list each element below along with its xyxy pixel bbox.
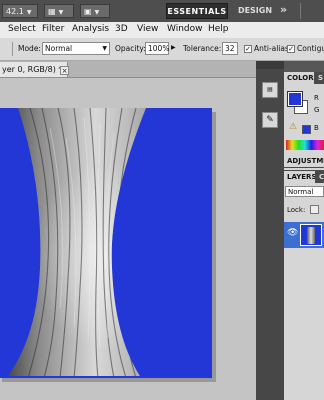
tolerance-field[interactable]: 32 [222,42,238,55]
menu-window[interactable]: Window [167,24,203,34]
menu-filter[interactable]: Filter [42,24,64,34]
color-spectrum-bar[interactable] [286,140,324,150]
swatches-tab[interactable]: S [315,72,324,84]
channels-tab[interactable]: C [316,171,324,183]
chevron-down-icon: ▼ [26,9,32,16]
options-grip [2,42,13,56]
opacity-field[interactable]: 100% [145,42,169,55]
workspace-essentials-button[interactable]: ESSENTIALS [166,3,228,19]
menu-bar: Select Filter Analysis 3D View Window He… [0,22,324,39]
green-slider-label: G [314,106,320,114]
eye-visibility-icon[interactable]: 👁 [287,228,298,238]
arrange-grid-icon: ▦ [48,7,56,16]
tool-options-bar: Mode: Normal ▼ Opacity: 100% ▶ Tolerance… [0,38,324,61]
mode-select[interactable]: Normal ▼ [42,42,110,55]
separator [300,3,301,19]
warning-icon[interactable]: ⚠ [289,122,297,132]
arrange-documents-button[interactable]: ▦ ▼ [44,4,74,18]
mode-label: Mode: [18,44,41,53]
menu-analysis[interactable]: Analysis [72,24,109,34]
lock-label: Lock: [287,206,306,214]
more-workspaces-button[interactable]: » [280,3,287,16]
zoom-level-dropdown[interactable]: 42.1 ▼ [2,4,38,18]
opacity-slider-icon[interactable]: ▶ [171,44,176,51]
checkmark-icon: ✓ [245,45,251,53]
workspace-design-button[interactable]: DESIGN [233,3,277,19]
screen-mode-button[interactable]: ▣ ▼ [80,4,110,18]
history-panel-icon[interactable]: ▤ [262,82,278,98]
color-tab[interactable]: COLOR [284,72,314,84]
menu-help[interactable]: Help [208,24,229,34]
tree-trunk-texture [8,108,146,376]
chevron-down-icon: ▼ [94,9,100,16]
blue-slider-label: B [314,124,319,132]
thumbnail-trunk [307,227,315,244]
menu-3d[interactable]: 3D [115,24,128,34]
menu-view[interactable]: View [137,24,158,34]
chevron-down-icon: ▼ [58,9,64,16]
chevron-down-icon: ▼ [102,45,107,52]
antialias-label: Anti-alias [254,44,289,53]
zoom-level-value: 42.1 [6,7,24,16]
antialias-checkbox[interactable]: ✓ [244,45,252,53]
opacity-label: Opacity: [115,44,146,53]
red-slider-label: R [314,94,319,102]
layers-tab[interactable]: LAYERS [284,171,315,183]
document-tab[interactable]: yer 0, RGB/8) * [0,62,68,77]
menu-select[interactable]: Select [8,24,36,34]
checkmark-icon: ✓ [288,45,294,53]
application-bar: 42.1 ▼ ▦ ▼ ▣ ▼ ESSENTIALS DESIGN » [0,0,324,23]
close-icon[interactable]: × [60,66,69,75]
foreground-color-swatch[interactable] [287,91,303,107]
dock-grip [256,61,284,69]
lock-transparent-pixels-icon[interactable] [310,205,319,214]
brush-panel-icon[interactable]: ✎ [262,112,278,128]
blend-mode-select[interactable]: Normal [285,186,324,197]
mode-value: Normal [45,44,73,53]
layer-thumbnail [300,224,322,246]
contiguous-label: Contiguo [297,44,324,53]
document-tab-bar: yer 0, RGB/8) * [0,61,256,78]
gamut-swatch[interactable] [302,125,311,134]
contiguous-checkbox[interactable]: ✓ [287,45,295,53]
adjustments-tab[interactable]: ADJUSTME [284,155,324,167]
tolerance-label: Tolerance: [183,44,222,53]
screen-mode-icon: ▣ [84,7,92,16]
